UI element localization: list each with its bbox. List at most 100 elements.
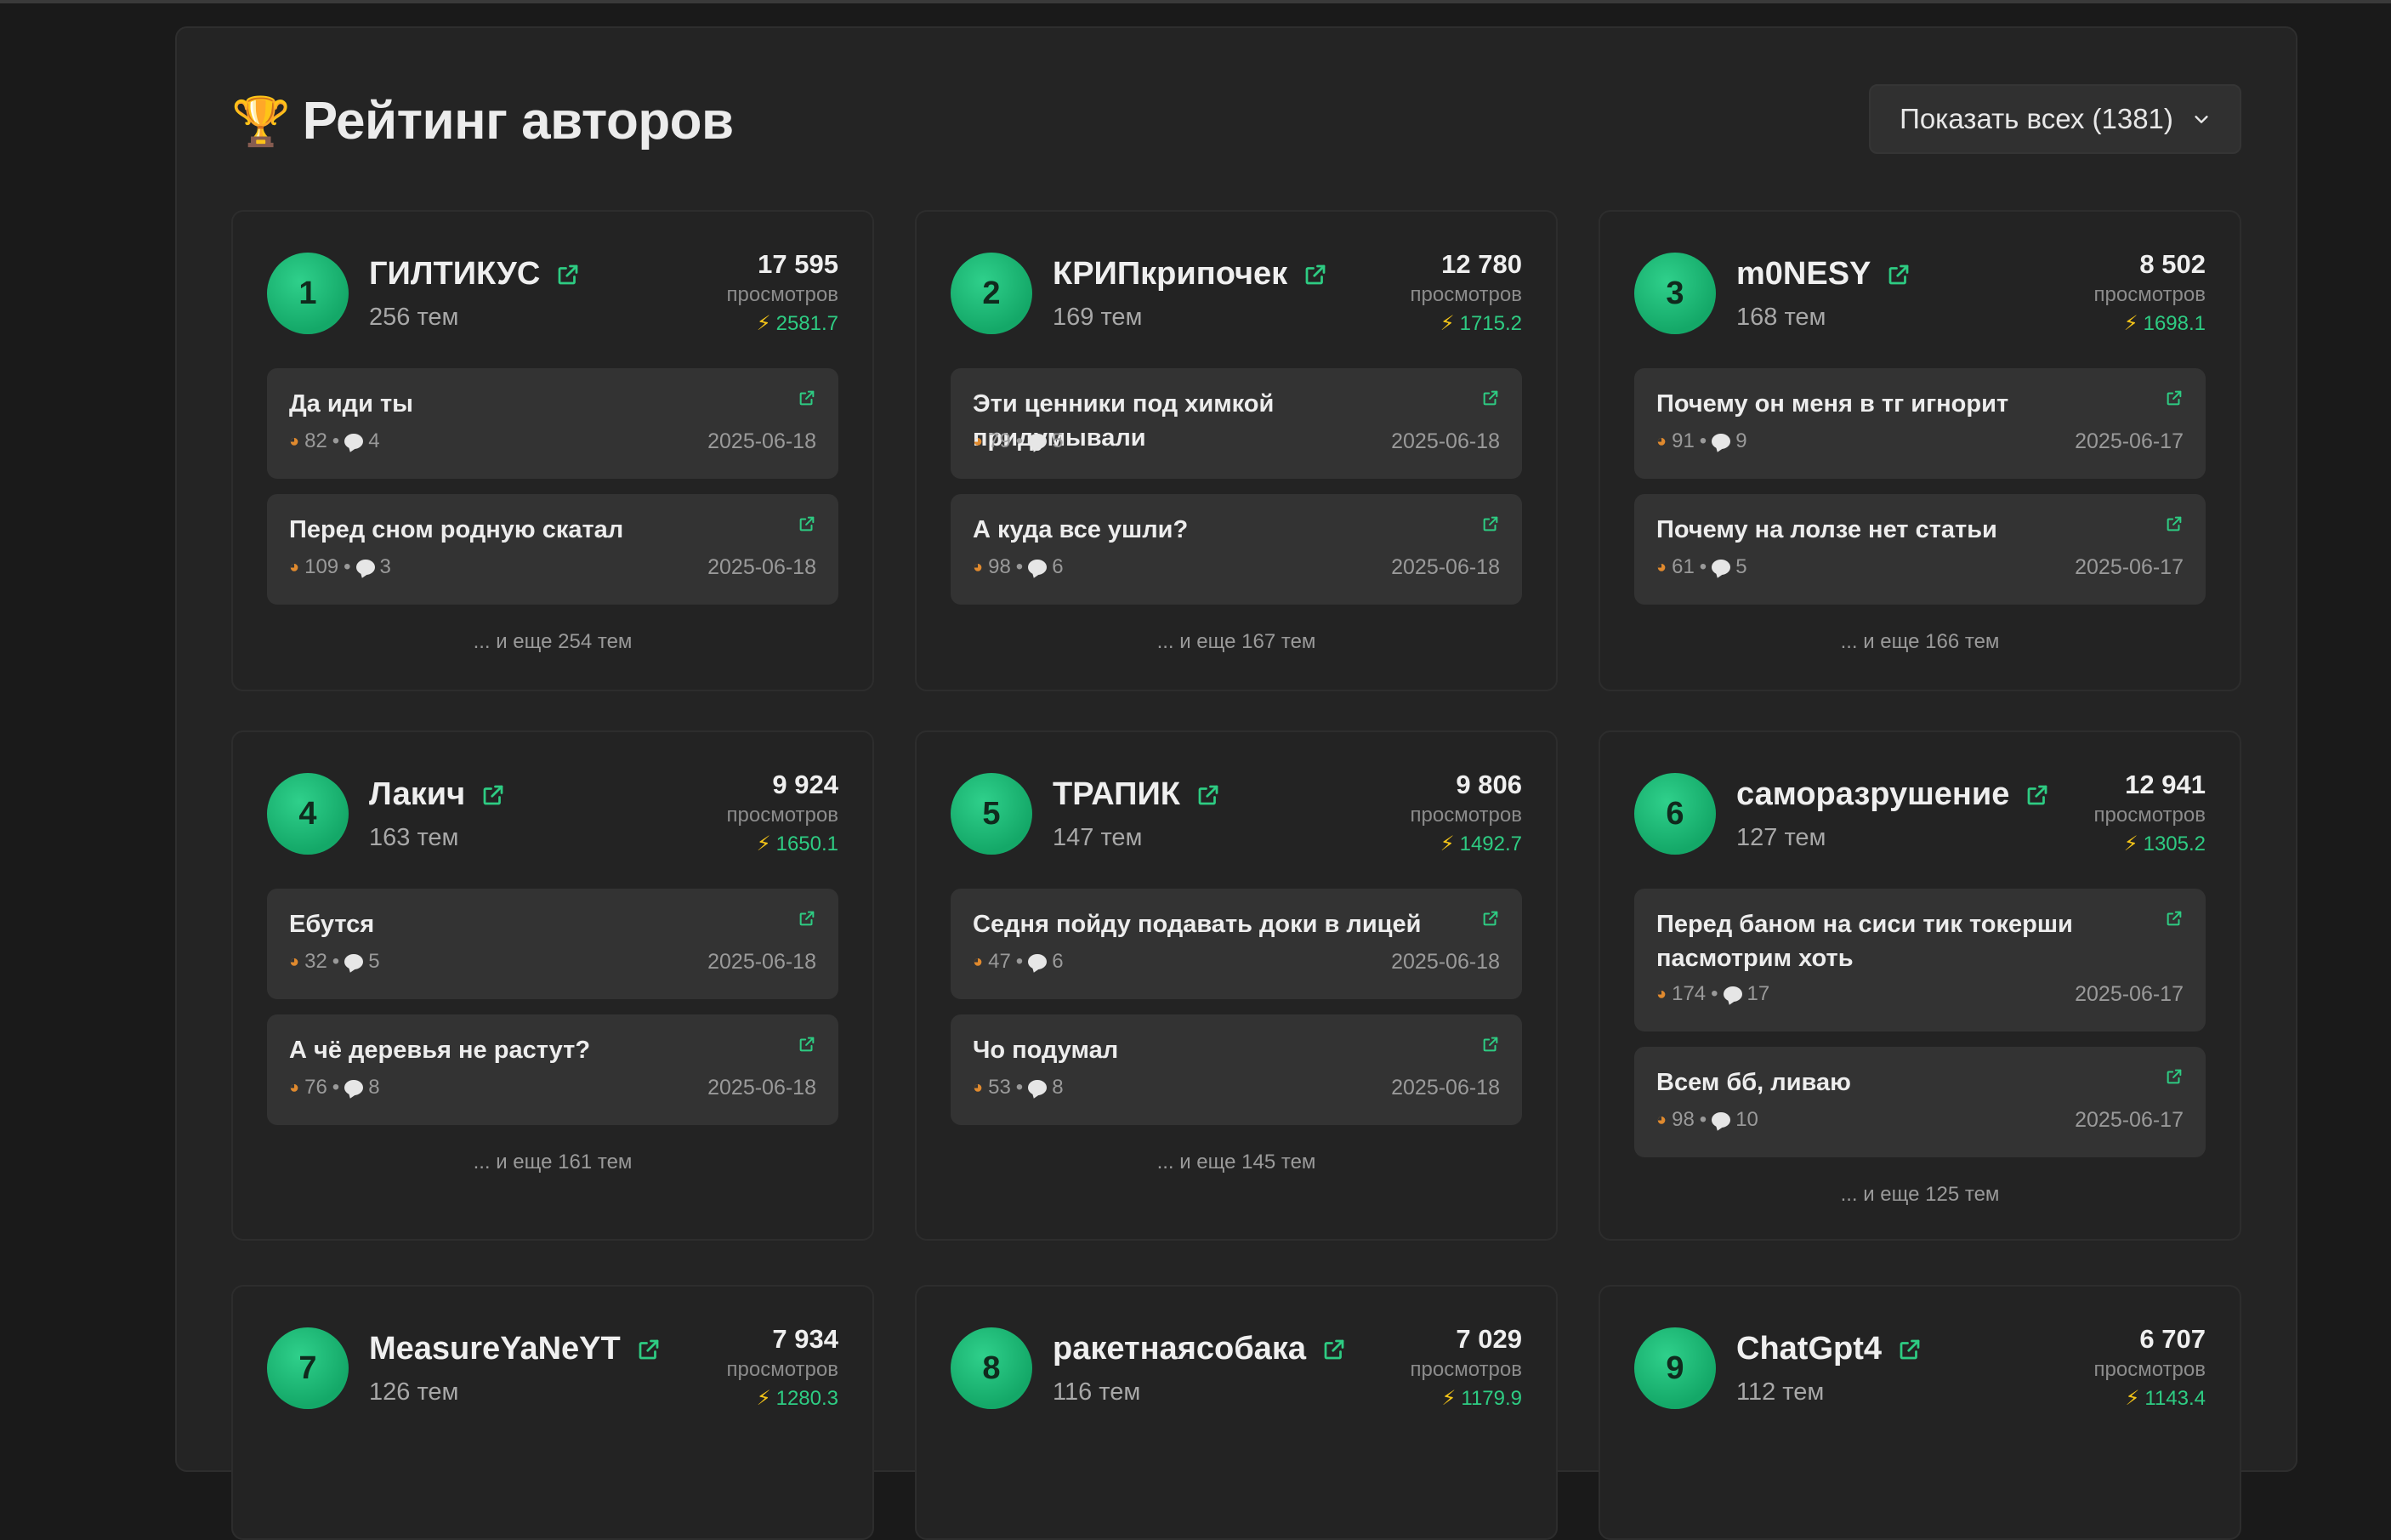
show-all-dropdown[interactable]: Показать всех (1381): [1869, 84, 2241, 154]
topic-card[interactable]: Всем бб, ливаю ◕ 98 • 10 2025-06-17: [1634, 1047, 2206, 1157]
more-topics-link[interactable]: ... и еще 161 тем: [233, 1151, 872, 1174]
lightning-icon: ⚡: [2123, 312, 2138, 335]
external-link-icon[interactable]: [1303, 262, 1328, 287]
topic-card[interactable]: А куда все ушли? ◕ 98 • 6 2025-06-18: [951, 494, 1522, 605]
author-name[interactable]: ракетнаясобака: [1053, 1331, 1306, 1367]
external-link-icon[interactable]: [1481, 1035, 1500, 1054]
topic-card[interactable]: Чо подумал ◕ 53 • 8 2025-06-18: [951, 1014, 1522, 1125]
views-count: 7 934: [772, 1324, 838, 1354]
external-link-icon[interactable]: [555, 262, 581, 287]
meta-separator: •: [1699, 555, 1707, 578]
topic-card[interactable]: Седня пойду подавать доки в лицей ◕ 47 •…: [951, 889, 1522, 999]
more-topics-link[interactable]: ... и еще 166 тем: [1600, 630, 2240, 654]
meta-separator: •: [1015, 1076, 1024, 1099]
topic-title[interactable]: Перед баном на сиси тик токерши пасмотри…: [1656, 907, 2133, 975]
author-name[interactable]: Лакич: [369, 776, 465, 813]
score: ⚡ 1280.3: [727, 1384, 838, 1414]
more-topics-link[interactable]: ... и еще 254 тем: [233, 630, 872, 654]
external-link-icon[interactable]: [1481, 514, 1500, 533]
topic-card[interactable]: Почему на лолзе нет статьи ◕ 61 • 5 2025…: [1634, 494, 2206, 605]
eye-icon: ◕: [973, 557, 984, 577]
author-card: 4 Лакич 163 тем 9 924 просмотров ⚡ 1650.1…: [231, 730, 874, 1241]
external-link-icon[interactable]: [1481, 389, 1500, 407]
topic-title[interactable]: А чё деревья не растут?: [289, 1033, 765, 1067]
views-label: просмотров: [1410, 804, 1522, 827]
external-link-icon[interactable]: [2165, 909, 2184, 928]
meta-separator: •: [344, 555, 351, 578]
rank-badge: 9: [1634, 1327, 1716, 1409]
eye-icon: ◕: [1656, 557, 1667, 577]
author-name[interactable]: MeasureYaNeYT: [369, 1331, 621, 1367]
more-topics-link[interactable]: ... и еще 125 тем: [1600, 1183, 2240, 1207]
external-link-icon[interactable]: [798, 1035, 816, 1054]
rank-badge: 5: [951, 773, 1032, 855]
topic-title[interactable]: Чо подумал: [973, 1033, 1449, 1067]
author-name[interactable]: ГИЛТИКУС: [369, 256, 540, 293]
topic-card[interactable]: Перед баном на сиси тик токерши пасмотри…: [1634, 889, 2206, 1031]
topic-comments: 3: [379, 555, 391, 578]
score: ⚡ 1650.1: [727, 829, 838, 860]
lightning-icon: ⚡: [756, 312, 771, 335]
page-title-text: Рейтинг авторов: [302, 92, 734, 151]
topic-meta: ◕ 61 • 5: [1656, 555, 1747, 579]
views-label: просмотров: [726, 283, 838, 306]
external-link-icon[interactable]: [2165, 514, 2184, 533]
topic-title[interactable]: Седня пойду подавать доки в лицей: [973, 907, 1449, 941]
author-topics-count: 112 тем: [1736, 1378, 1825, 1406]
topic-title[interactable]: Всем бб, ливаю: [1656, 1065, 2133, 1100]
topic-card[interactable]: Ебутся ◕ 32 • 5 2025-06-18: [267, 889, 838, 999]
author-name[interactable]: саморазрушение: [1736, 776, 2009, 813]
topic-card[interactable]: Эти ценники под химкой придумывали ◕ 79 …: [951, 368, 1522, 479]
page-title: 🏆 Рейтинг авторов: [231, 91, 734, 151]
external-link-icon[interactable]: [480, 782, 506, 808]
rank-badge: 8: [951, 1327, 1032, 1409]
comment-bubble-icon: [1723, 986, 1742, 1002]
author-stats: 9 924 просмотров ⚡ 1650.1: [727, 768, 838, 860]
topic-meta: ◕ 32 • 5: [289, 950, 380, 974]
meta-separator: •: [1699, 1108, 1707, 1131]
lightning-icon: ⚡: [1440, 833, 1455, 855]
author-topics-count: 116 тем: [1053, 1378, 1141, 1406]
topic-title[interactable]: Почему на лолзе нет статьи: [1656, 513, 2133, 547]
external-link-icon[interactable]: [2165, 389, 2184, 407]
comment-bubble-icon: [1712, 560, 1731, 575]
external-link-icon[interactable]: [798, 389, 816, 407]
topic-date: 2025-06-17: [2075, 982, 2184, 1006]
author-name[interactable]: ChatGpt4: [1736, 1331, 1882, 1367]
author-stats: 7 934 просмотров ⚡ 1280.3: [727, 1322, 838, 1414]
more-topics-link[interactable]: ... и еще 145 тем: [917, 1151, 1556, 1174]
author-name[interactable]: КРИПкрипочек: [1053, 256, 1287, 293]
topic-meta: ◕ 91 • 9: [1656, 429, 1747, 453]
topic-card[interactable]: Перед сном родную скатал ◕ 109 • 3 2025-…: [267, 494, 838, 605]
topic-views: 61: [1672, 555, 1695, 578]
topic-views: 174: [1672, 982, 1707, 1005]
author-name[interactable]: m0NESY: [1736, 256, 1871, 293]
external-link-icon[interactable]: [1196, 782, 1221, 808]
external-link-icon[interactable]: [1897, 1337, 1922, 1362]
topic-card[interactable]: Да иди ты ◕ 82 • 4 2025-06-18: [267, 368, 838, 479]
topic-card[interactable]: А чё деревья не растут? ◕ 76 • 8 2025-06…: [267, 1014, 838, 1125]
author-topics-count: 163 тем: [369, 824, 459, 851]
topic-title[interactable]: Почему он меня в тг игнорит: [1656, 387, 2133, 421]
topic-title[interactable]: Да иди ты: [289, 387, 765, 421]
lightning-icon: ⚡: [1440, 312, 1455, 335]
external-link-icon[interactable]: [798, 909, 816, 928]
author-name[interactable]: ТРАПИК: [1053, 776, 1180, 813]
meta-separator: •: [1015, 950, 1024, 973]
external-link-icon[interactable]: [798, 514, 816, 533]
topic-title[interactable]: Перед сном родную скатал: [289, 513, 765, 547]
external-link-icon[interactable]: [2025, 782, 2050, 808]
topic-title[interactable]: Ебутся: [289, 907, 765, 941]
more-topics-link[interactable]: ... и еще 167 тем: [917, 630, 1556, 654]
external-link-icon[interactable]: [636, 1337, 662, 1362]
external-link-icon[interactable]: [1321, 1337, 1347, 1362]
topic-title[interactable]: А куда все ушли?: [973, 513, 1449, 547]
lightning-icon: ⚡: [1441, 1387, 1457, 1410]
topic-meta: ◕ 109 • 3: [289, 555, 391, 579]
external-link-icon[interactable]: [1481, 909, 1500, 928]
external-link-icon[interactable]: [1886, 262, 1911, 287]
topic-card[interactable]: Почему он меня в тг игнорит ◕ 91 • 9 202…: [1634, 368, 2206, 479]
external-link-icon[interactable]: [2165, 1067, 2184, 1086]
views-count: 12 941: [2125, 770, 2206, 799]
topic-meta: ◕ 53 • 8: [973, 1076, 1064, 1100]
